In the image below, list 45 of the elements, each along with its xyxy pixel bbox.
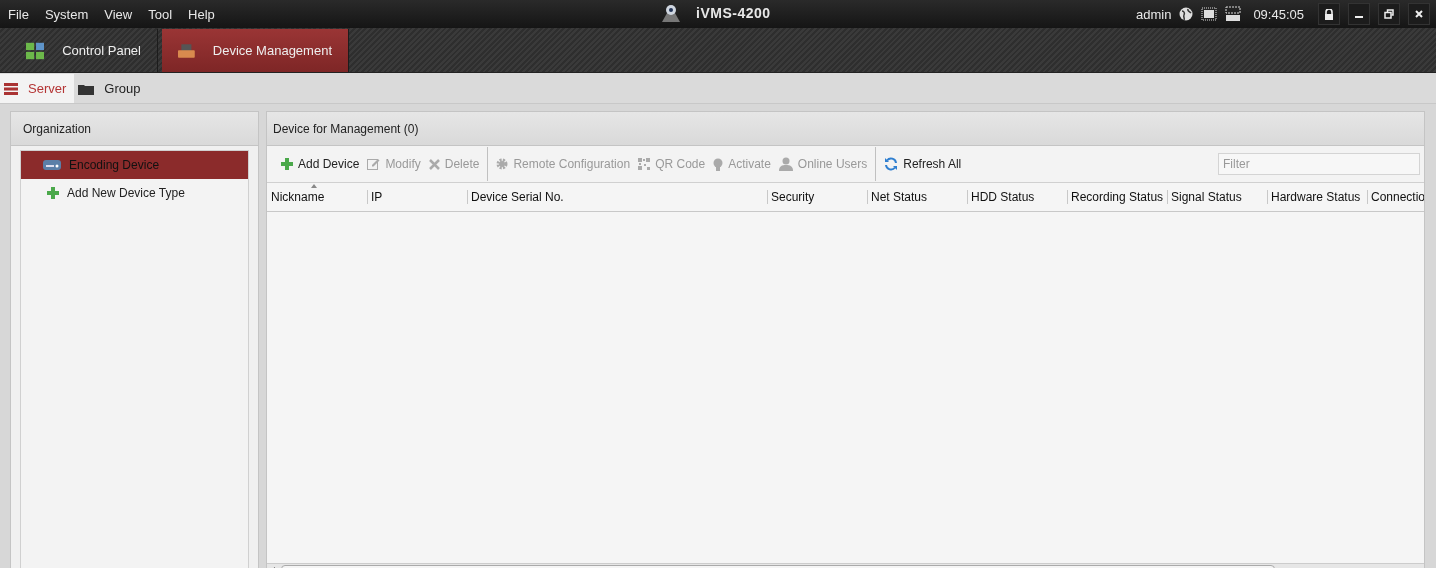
close-button[interactable]	[1408, 3, 1430, 25]
plus-icon	[47, 187, 59, 199]
menu-item[interactable]: View	[96, 6, 141, 22]
menu-item[interactable]: Help	[180, 6, 223, 22]
menu-item[interactable]: File	[0, 6, 37, 22]
restore-icon	[1384, 9, 1394, 19]
edit-icon	[367, 158, 381, 170]
plus-icon	[281, 158, 293, 170]
restore-button[interactable]	[1378, 3, 1400, 25]
panel-header: Organization	[11, 112, 258, 146]
filter-field[interactable]: Filter	[1218, 153, 1420, 175]
refresh-icon	[884, 157, 899, 171]
cpu-icon	[1201, 7, 1218, 21]
minimize-icon	[1355, 16, 1363, 18]
bulb-icon	[713, 157, 724, 171]
ram-icon	[1225, 6, 1242, 22]
grid-icon	[26, 41, 45, 60]
module-tab[interactable]: Control Panel	[10, 29, 158, 72]
column-header[interactable]: Nickname	[267, 183, 367, 211]
user-name: admin	[1135, 6, 1172, 22]
toolbar-button[interactable]: Add Device	[277, 151, 364, 177]
app-title: iVMS-4200	[696, 5, 771, 21]
minimize-button[interactable]	[1348, 3, 1370, 25]
tray-icon	[178, 42, 195, 59]
sub-tab[interactable]: Group	[74, 74, 149, 103]
module-tab[interactable]: Device Management	[162, 29, 349, 72]
menu-item[interactable]: Tool	[140, 6, 181, 22]
clock: 09:45:05	[1253, 6, 1304, 22]
sub-tab[interactable]: Server	[0, 74, 75, 103]
toolbar-button[interactable]: Refresh All	[880, 151, 966, 177]
delete-icon	[428, 158, 440, 170]
panel-header: Device for Management (0)	[267, 112, 1424, 146]
menu-item[interactable]: System	[36, 6, 97, 22]
device-icon	[43, 160, 61, 170]
tree-item[interactable]: Add New Device Type	[21, 179, 248, 207]
user-icon	[778, 157, 793, 171]
camera-icon	[660, 3, 682, 23]
gear-icon	[496, 158, 509, 170]
close-icon	[1414, 9, 1424, 19]
lock-icon	[1324, 8, 1334, 20]
qr-code-icon	[638, 158, 651, 170]
globe-icon	[1179, 7, 1194, 21]
folder-icon	[78, 82, 95, 95]
server-icon	[4, 82, 18, 95]
lock-button[interactable]	[1318, 3, 1340, 25]
